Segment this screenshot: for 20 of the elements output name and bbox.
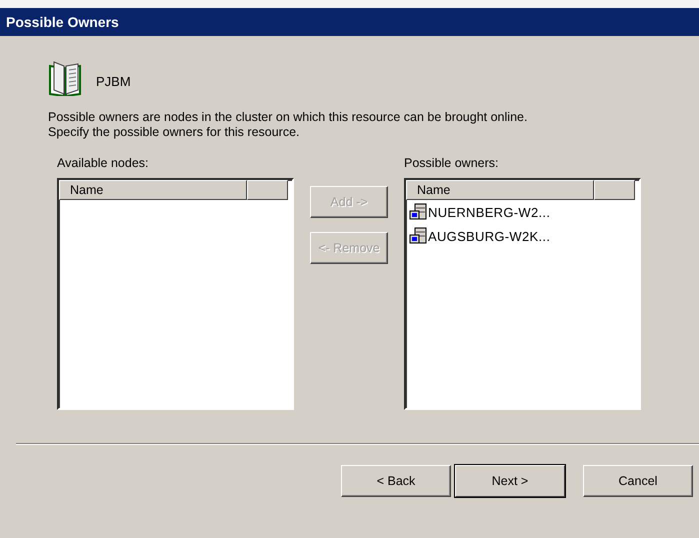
cancel-button[interactable]: Cancel [583, 465, 693, 497]
back-button[interactable]: < Back [341, 465, 451, 497]
column-header[interactable]: Name [406, 180, 594, 200]
node-name[interactable]: NUERNBERG-W2... [428, 204, 550, 220]
resource-name: PJBM [96, 74, 131, 88]
column-header[interactable] [594, 180, 635, 200]
column-header[interactable]: Name [59, 180, 247, 200]
list-label: Available nodes: [57, 156, 150, 172]
window-title: Possible Owners [6, 14, 119, 30]
next-button[interactable]: Next > [455, 465, 565, 497]
node-list[interactable]: Name NUERNBERG-W2... AUGSBURG-W2K... [404, 178, 641, 410]
column-header[interactable] [247, 180, 288, 200]
description-line: Possible owners are nodes in the cluster on which this resource can be brought online. [48, 110, 528, 125]
server-icon [409, 203, 427, 221]
server-icon [409, 227, 427, 245]
list-label: Possible owners: [404, 156, 500, 172]
node-name[interactable]: AUGSBURG-W2K... [428, 228, 550, 244]
book-icon [48, 60, 82, 96]
node-list[interactable]: Name [57, 178, 294, 410]
description-line: Specify the possible owners for this resource. [48, 125, 301, 140]
